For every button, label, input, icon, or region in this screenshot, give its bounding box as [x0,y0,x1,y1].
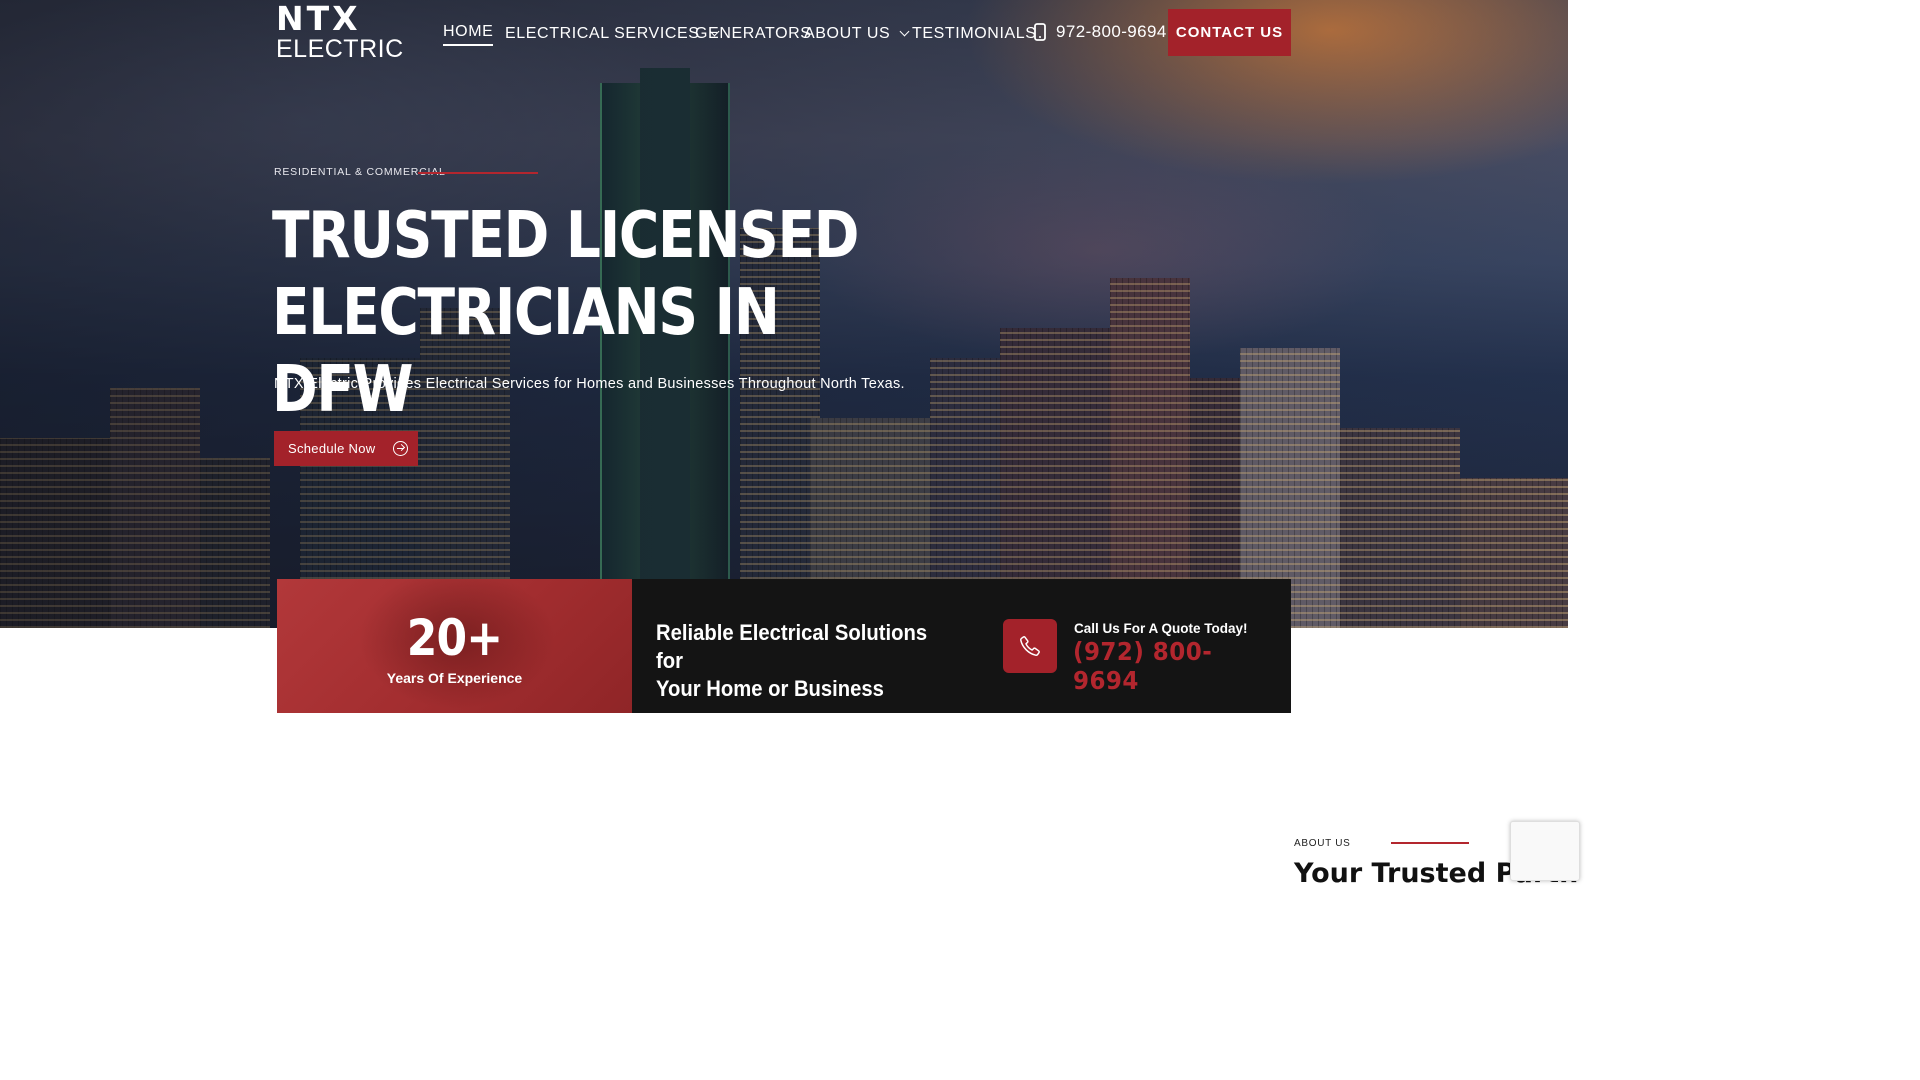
recaptcha-badge[interactable] [1510,821,1580,881]
eyebrow-divider [418,172,538,174]
nav-generators[interactable]: GENERATORS [695,22,812,46]
nav-about-us[interactable]: ABOUT US [804,22,910,46]
nav-home[interactable]: HOME [443,22,494,46]
logo-line1: NTX [276,0,361,38]
schedule-now-label: Schedule Now [288,441,376,456]
arrow-circle-right-icon [393,441,409,456]
ntx-electric-logo[interactable]: NTX ELECTRIC [276,0,404,63]
experience-card: 20+ Years Of Experience [277,579,632,713]
nav-testimonials-label: TESTIMONIALS [912,25,1037,42]
experience-value: 20+ [406,609,503,667]
about-divider [1391,842,1469,844]
call-number-link[interactable]: (972) 800-9694 [1073,637,1274,695]
stats-bar: 20+ Years Of Experience Reliable Electri… [277,579,1291,713]
hero-headline-line2: ELECTRICIANS IN DFW [272,276,780,427]
nav-about-us-label: ABOUT US [804,25,891,42]
nav-testimonials[interactable]: TESTIMONIALS [912,22,1037,46]
logo-line2: ELECTRIC [276,35,404,63]
nav-home-label: HOME [443,23,494,46]
call-button[interactable] [1003,619,1057,673]
hero-headline: TRUSTED LICENSED ELECTRICIANS IN DFW [272,198,874,429]
nav-generators-label: GENERATORS [695,25,812,42]
schedule-now-button[interactable]: Schedule Now [274,431,418,466]
chevron-down-icon [899,26,910,37]
contact-us-button[interactable]: CONTACT US [1168,9,1291,56]
stats-tagline: Reliable Electrical Solutions for Your H… [656,619,950,703]
call-label: Call Us For A Quote Today! [1074,621,1248,636]
mobile-phone-icon [1034,23,1046,41]
nav-electrical-services-label: ELECTRICAL SERVICES [505,25,700,42]
top-navigation: NTX ELECTRIC HOME ELECTRICAL SERVICES GE… [0,0,1568,68]
nav-electrical-services[interactable]: ELECTRICAL SERVICES [505,22,720,46]
experience-label: Years Of Experience [386,670,523,686]
stats-tagline-line1: Reliable Electrical Solutions for [656,620,928,673]
about-eyebrow: ABOUT US [1294,838,1351,849]
stats-tagline-line2: Your Home or Business [656,676,884,701]
hero-headline-line1: TRUSTED LICENSED [272,199,859,273]
hero-subtitle: NTX Electric Provides Electrical Service… [274,376,905,392]
nav-phone-link[interactable]: 972-800-9694 [1034,22,1167,42]
phone-icon [1020,636,1040,656]
nav-phone-number: 972-800-9694 [1056,22,1167,41]
